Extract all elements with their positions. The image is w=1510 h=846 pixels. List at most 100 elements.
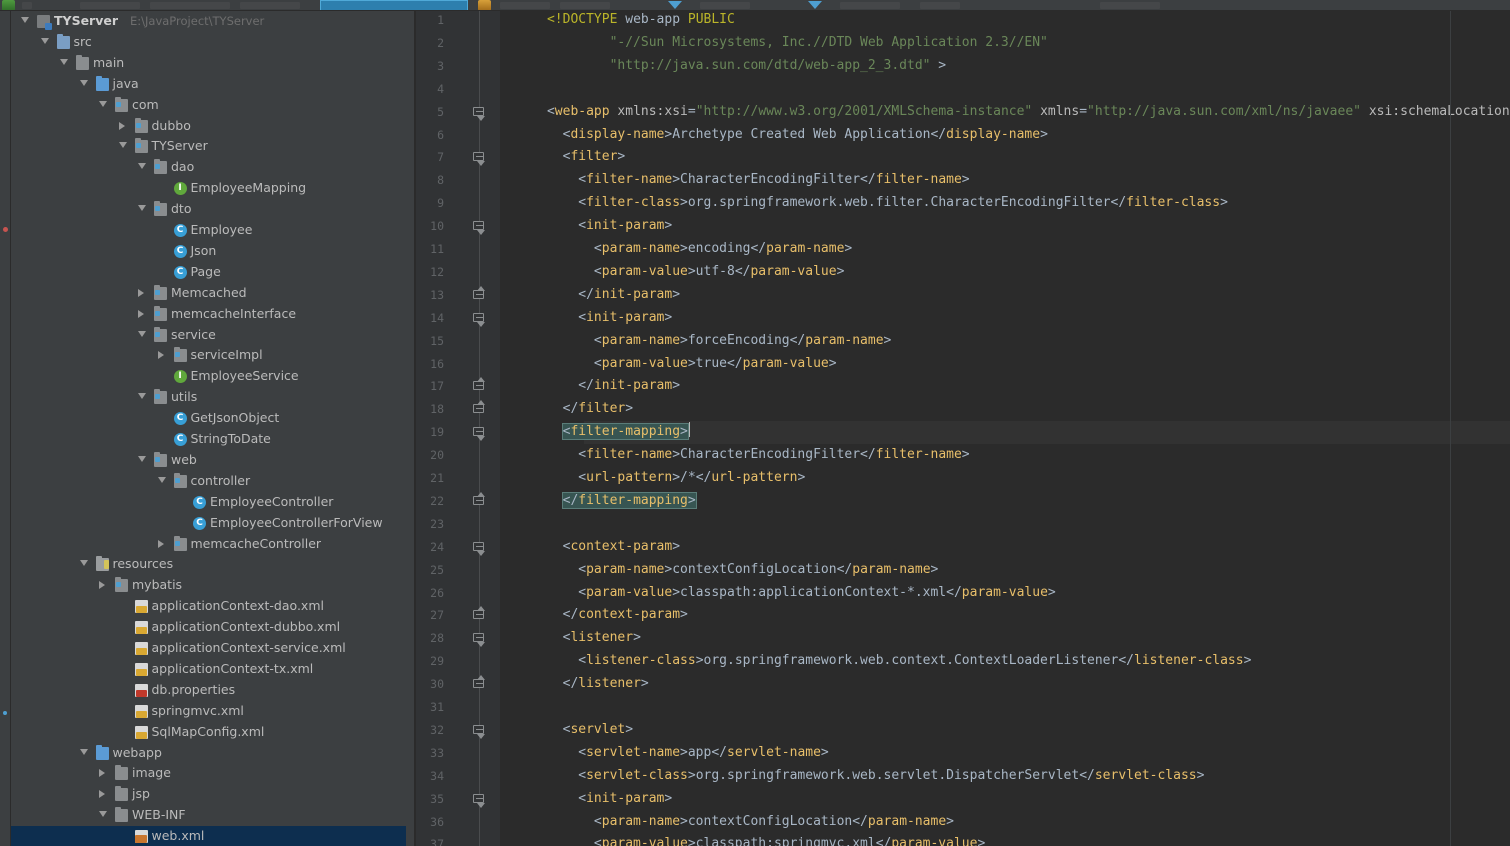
chevron-right-icon[interactable]	[138, 309, 144, 318]
code-line[interactable]: </context-param>	[500, 604, 688, 627]
chevron-right-icon[interactable]	[99, 790, 105, 799]
chevron-right-icon[interactable]	[157, 539, 164, 548]
run-icon[interactable]	[2, 0, 15, 10]
tree-node-applicationcontext-dubbo-xml[interactable]: applicationContext-dubbo.xml	[11, 617, 415, 638]
tree-node-memcachecontroller[interactable]: memcacheController	[11, 534, 415, 555]
tree-node-json[interactable]: C Json	[11, 241, 415, 262]
chevron-right-icon[interactable]	[99, 769, 105, 778]
tree-node-dto[interactable]: dto	[11, 199, 415, 220]
chevron-down-icon[interactable]	[60, 58, 68, 65]
tree-node-tyserver[interactable]: TYServer E:\JavaProject\TYServer	[11, 11, 415, 32]
build-icon[interactable]	[478, 0, 491, 10]
tree-node-controller[interactable]: controller	[11, 471, 415, 492]
tree-node-applicationcontext-service-xml[interactable]: applicationContext-service.xml	[11, 638, 415, 659]
code-line[interactable]: </listener>	[500, 673, 649, 696]
code-fold-icon[interactable]	[473, 610, 486, 623]
code-line[interactable]: <servlet>	[500, 719, 633, 742]
tree-node-com[interactable]: com	[11, 95, 415, 116]
code-line[interactable]: <filter-name>CharacterEncodingFilter</fi…	[500, 169, 969, 192]
chevron-down-icon[interactable]	[40, 37, 49, 44]
code-line[interactable]: <param-value>utf-8</param-value>	[500, 261, 844, 284]
dropdown-icon-1[interactable]	[668, 1, 682, 9]
code-line[interactable]: <param-value>classpath:applicationContex…	[500, 582, 1055, 605]
code-line[interactable]: <listener>	[500, 627, 641, 650]
code-line[interactable]: <param-name>contextConfigLocation</param…	[500, 559, 938, 582]
chevron-right-icon[interactable]	[157, 351, 164, 360]
tree-node-employeeservice[interactable]: I EmployeeService	[11, 366, 415, 387]
code-line[interactable]: <filter-class>org.springframework.web.fi…	[500, 192, 1228, 215]
tree-node-employeecontroller[interactable]: C EmployeeController	[11, 492, 415, 513]
tree-node-employee[interactable]: C Employee	[11, 220, 415, 241]
code-fold-icon[interactable]	[473, 679, 486, 692]
chevron-right-icon[interactable]	[118, 121, 125, 130]
code-fold-icon[interactable]	[473, 404, 486, 417]
code-line[interactable]: <web-app xmlns:xsi="http://www.w3.org/20…	[500, 101, 1510, 124]
chevron-right-icon[interactable]	[138, 288, 144, 297]
tree-node-service[interactable]: service	[11, 325, 415, 346]
main-toolbar-strip[interactable]	[0, 0, 1510, 11]
code-line[interactable]: <filter-name>CharacterEncodingFilter</fi…	[500, 444, 969, 467]
dropdown-icon-2[interactable]	[808, 1, 822, 9]
tree-node-applicationcontext-tx-xml[interactable]: applicationContext-tx.xml	[11, 659, 415, 680]
toolbar-item-1[interactable]	[22, 2, 32, 9]
chevron-right-icon[interactable]	[99, 581, 105, 590]
tree-node-main[interactable]: main	[11, 53, 415, 74]
code-line[interactable]: <display-name>Archetype Created Web Appl…	[500, 124, 1048, 147]
code-line[interactable]: <listener-class>org.springframework.web.…	[500, 650, 1251, 673]
code-line[interactable]: <param-value>classpath:springmvc.xml</pa…	[500, 833, 985, 846]
tree-node-memcacheinterface[interactable]: memcacheInterface	[11, 304, 415, 325]
tree-node-applicationcontext-dao-xml[interactable]: applicationContext-dao.xml	[11, 596, 415, 617]
code-editor[interactable]: 1 2 3 4 5 6 7 8 9 10 11 12 13 14 15 16 17 18 19 20 21 22 23 24 2…	[416, 11, 1510, 846]
more-options-icon[interactable]	[1068, 3, 1086, 7]
tree-node-sqlmapconfig-xml[interactable]: SqlMapConfig.xml	[11, 722, 415, 743]
toolbar-item-5[interactable]	[500, 2, 550, 9]
tree-node-db-properties[interactable]: db.properties	[11, 680, 415, 701]
code-line[interactable]: <init-param>	[500, 788, 672, 811]
editor-gutter[interactable]: 1 2 3 4 5 6 7 8 9 10 11 12 13 14 15 16 17 18 19 20 21 22 23 24 2…	[416, 11, 500, 846]
chevron-down-icon[interactable]	[138, 205, 146, 212]
code-line[interactable]: </init-param>	[500, 284, 680, 307]
chevron-down-icon[interactable]	[138, 455, 146, 462]
tree-node-src[interactable]: src	[11, 32, 415, 53]
chevron-down-icon[interactable]	[138, 163, 146, 170]
project-tool-window[interactable]: TYServer E:\JavaProject\TYServer src main ja…	[11, 11, 415, 846]
code-fold-icon[interactable]	[473, 381, 486, 394]
tree-node-serviceimpl[interactable]: serviceImpl	[11, 345, 415, 366]
tree-node-springmvc-xml[interactable]: springmvc.xml	[11, 701, 415, 722]
tree-node-stringtodate[interactable]: C StringToDate	[11, 429, 415, 450]
code-line[interactable]: </init-param>	[500, 375, 680, 398]
tree-node-utils[interactable]: utils	[11, 387, 415, 408]
chevron-down-icon[interactable]	[99, 100, 107, 107]
code-line[interactable]: <context-param>	[500, 536, 680, 559]
toolbar-item-2[interactable]	[80, 2, 140, 9]
tree-node-webapp[interactable]: webapp	[11, 743, 415, 764]
chevron-down-icon[interactable]	[157, 476, 166, 483]
code-line[interactable]	[500, 513, 547, 536]
tree-node-employeemapping[interactable]: I EmployeeMapping	[11, 178, 415, 199]
code-line[interactable]	[500, 78, 547, 101]
chevron-down-icon[interactable]	[138, 393, 146, 400]
left-tool-window-rail[interactable]: Structure Favorites Terminal	[0, 11, 11, 846]
code-line[interactable]: <param-name>encoding</param-name>	[500, 238, 852, 261]
active-editor-tab[interactable]	[320, 0, 468, 10]
chevron-down-icon[interactable]	[79, 79, 88, 86]
tree-node-web-xml[interactable]: web.xml	[11, 826, 415, 846]
code-line[interactable]: </filter>	[500, 398, 633, 421]
code-line[interactable]: "-//Sun Microsystems, Inc.//DTD Web Appl…	[500, 32, 1048, 55]
toolbar-item-7[interactable]	[700, 2, 750, 9]
editor-text-area[interactable]: <!DOCTYPE web-app PUBLIC "-//Sun Microsy…	[500, 11, 1510, 846]
code-line[interactable]: <param-name>contextConfigLocation</param…	[500, 811, 954, 834]
toolbar-item-3[interactable]	[150, 2, 230, 9]
code-line[interactable]: <url-pattern>/*</url-pattern>	[500, 467, 805, 490]
toolbar-item-9[interactable]	[920, 2, 960, 9]
toolbar-item-4[interactable]	[240, 2, 300, 9]
code-line[interactable]: </filter-mapping>	[500, 490, 697, 513]
tree-node-page[interactable]: C Page	[11, 262, 415, 283]
code-line[interactable]: <init-param>	[500, 307, 672, 330]
code-line[interactable]: <!DOCTYPE web-app PUBLIC	[500, 11, 735, 32]
code-line[interactable]: <init-param>	[500, 215, 672, 238]
tree-node-tyserver[interactable]: TYServer	[11, 136, 415, 157]
code-fold-icon[interactable]	[473, 495, 486, 509]
code-line[interactable]: <servlet-class>org.springframework.web.s…	[500, 765, 1204, 788]
code-line[interactable]: <filter-mapping>	[500, 421, 690, 444]
